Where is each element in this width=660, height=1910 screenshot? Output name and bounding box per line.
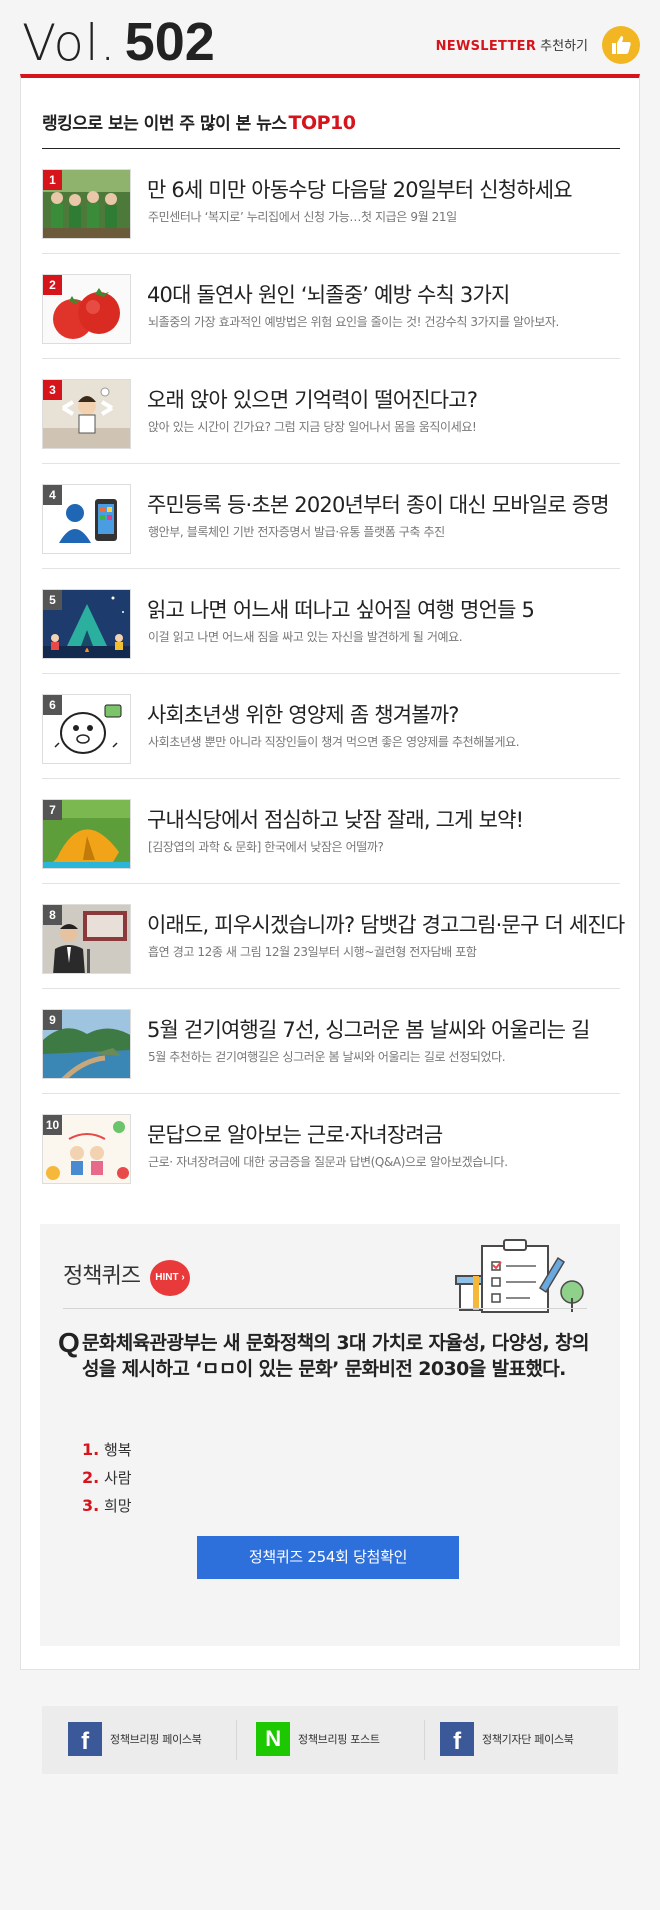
naver-icon: N — [256, 1722, 290, 1756]
clipboard-checklist-icon — [450, 1232, 590, 1320]
footer-divider — [236, 1720, 237, 1760]
rank-badge: 6 — [43, 695, 62, 715]
rank-badge: 1 — [43, 170, 62, 190]
newsletter-page: Vol. 502 NEWSLETTER 추천하기 랭킹으로 보는 이번 주 많이 본… — [0, 0, 660, 1910]
news-description: 앉아 있는 시간이 긴가요? 그럼 지금 당장 일어나서 몸을 움직이세요! — [148, 420, 477, 434]
recommend-label: 추천하기 — [540, 39, 588, 54]
news-thumbnail[interactable]: 2 — [42, 274, 131, 344]
volume-title: Vol. 502 — [22, 14, 215, 71]
footer-link-label: 정책브리핑 페이스북 — [110, 1733, 202, 1746]
option-text: 행복 — [104, 1441, 132, 1459]
option-number: 2. — [82, 1468, 100, 1487]
news-thumbnail[interactable]: 3 — [42, 379, 131, 449]
news-title[interactable]: 문답으로 알아보는 근로·자녀장려금 — [147, 1120, 443, 1150]
news-title[interactable]: 이래도, 피우시겠습니까? 담뱃갑 경고그림·문구 더 세진다 — [147, 910, 625, 940]
footer-link-reporters-facebook[interactable]: f 정책기자단 페이스북 — [440, 1720, 574, 1760]
news-description: 행안부, 블록체인 기반 전자증명서 발급·유통 플랫폼 구축 추진 — [148, 525, 445, 539]
news-title[interactable]: 오래 앉아 있으면 기억력이 떨어진다고? — [147, 385, 478, 415]
news-description: 이걸 읽고 나면 어느새 짐을 싸고 있는 자신을 발견하게 될 거예요. — [148, 630, 463, 644]
rank-badge: 8 — [43, 905, 62, 925]
footer-link-label: 정책기자단 페이스북 — [482, 1733, 574, 1746]
quiz-result-button[interactable]: 정책퀴즈 254회 당첨확인 — [197, 1536, 459, 1579]
footer-link-briefing-facebook[interactable]: f 정책브리핑 페이스북 — [68, 1720, 202, 1760]
news-description: 주민센터나 ‘복지로’ 누리집에서 신청 가능…첫 지급은 9월 21일 — [148, 210, 457, 224]
ranking-section-title: 랭킹으로 보는 이번 주 많이 본 뉴스 TOP10 — [42, 112, 356, 135]
option-number: 3. — [82, 1496, 100, 1515]
news-description: 근로· 자녀장려금에 대한 궁금증을 질문과 답변(Q&A)으로 알아보겠습니다… — [148, 1155, 508, 1169]
quiz-question: 문화체육관광부는 새 문화정책의 3대 가치로 자율성, 다양성, 창의성을 제… — [82, 1332, 589, 1380]
quiz-option[interactable]: 1. 행복 — [82, 1436, 132, 1464]
option-text: 희망 — [104, 1497, 132, 1515]
news-item[interactable]: 7 구내식당에서 점심하고 낮잠 잘래, 그게 보약! [김장엽의 과학 & 문… — [42, 779, 620, 884]
rank-badge: 2 — [43, 275, 62, 295]
news-title[interactable]: 40대 돌연사 원인 ‘뇌졸중’ 예방 수칙 3가지 — [147, 280, 510, 310]
news-ranking-list: 1 만 6세 미만 아동수당 다음달 20일부터 신청하세요 주민센터나 ‘복지… — [42, 149, 625, 1199]
news-item[interactable]: 2 40대 돌연사 원인 ‘뇌졸중’ 예방 수칙 3가지 뇌졸중의 가장 효과적… — [42, 254, 620, 359]
quiz-divider — [63, 1308, 587, 1309]
news-title[interactable]: 사회초년생 위한 영양제 좀 챙겨볼까? — [147, 700, 459, 730]
news-item[interactable]: 1 만 6세 미만 아동수당 다음달 20일부터 신청하세요 주민센터나 ‘복지… — [42, 149, 620, 254]
news-thumbnail[interactable]: 7 — [42, 799, 131, 869]
news-item[interactable]: 10 문답으로 알아보는 근로·자녀장려금 근로· 자녀장려금에 대한 궁금증을… — [42, 1094, 620, 1199]
quiz-option[interactable]: 3. 희망 — [82, 1492, 132, 1520]
footer-divider — [424, 1720, 425, 1760]
rank-badge: 7 — [43, 800, 62, 820]
news-thumbnail[interactable]: 6 — [42, 694, 131, 764]
news-title[interactable]: 5월 걷기여행길 7선, 싱그러운 봄 날씨와 어울리는 길 — [147, 1015, 590, 1045]
news-item[interactable]: 8 이래도, 피우시겠습니까? 담뱃갑 경고그림·문구 더 세진다 흡연 경고 … — [42, 884, 625, 989]
news-thumbnail[interactable]: 9 — [42, 1009, 131, 1079]
quiz-hint-button[interactable]: HINT › — [150, 1260, 190, 1296]
news-thumbnail[interactable]: 4 — [42, 484, 131, 554]
rank-badge: 3 — [43, 380, 62, 400]
option-number: 1. — [82, 1440, 100, 1459]
news-item[interactable]: 4 주민등록 등·초본 2020년부터 종이 대신 모바일로 증명 행안부, 블… — [42, 464, 620, 569]
quiz-options: 1. 행복 2. 사람 3. 희망 — [82, 1436, 132, 1520]
news-thumbnail[interactable]: 5 — [42, 589, 131, 659]
social-footer: f 정책브리핑 페이스북 N 정책브리핑 포스트 f 정책기자단 페이스북 — [42, 1706, 618, 1774]
news-description: [김장엽의 과학 & 문화] 한국에서 낮잠은 어떨까? — [148, 840, 384, 854]
rank-badge: 5 — [43, 590, 62, 610]
news-description: 흡연 경고 12종 새 그림 12월 23일부터 시행~궐련형 전자담배 포함 — [148, 945, 477, 959]
news-item[interactable]: 6 사회초년생 위한 영양제 좀 챙겨볼까? 사회초년생 뿐만 아니라 직장인들… — [42, 674, 620, 779]
hint-label: HINT — [155, 1272, 179, 1283]
news-thumbnail[interactable]: 1 — [42, 169, 131, 239]
facebook-icon: f — [68, 1722, 102, 1756]
rank-badge: 4 — [43, 485, 62, 505]
thumbs-up-icon[interactable] — [602, 26, 640, 64]
content-card: 랭킹으로 보는 이번 주 많이 본 뉴스 TOP10 1 만 6세 미만 아동수… — [20, 74, 640, 1670]
news-title[interactable]: 읽고 나면 어느새 떠나고 싶어질 여행 명언들 5 — [147, 595, 535, 625]
news-title[interactable]: 구내식당에서 점심하고 낮잠 잘래, 그게 보약! — [147, 805, 524, 835]
rank-badge: 9 — [43, 1010, 62, 1030]
facebook-icon: f — [440, 1722, 474, 1756]
quiz-option[interactable]: 2. 사람 — [82, 1464, 132, 1492]
news-description: 사회초년생 뿐만 아니라 직장인들이 챙겨 먹으면 좋은 영양제를 추천해볼게요… — [148, 735, 520, 749]
news-description: 뇌졸중의 가장 효과적인 예방법은 위험 요인을 줄이는 것! 건강수칙 3가지… — [148, 315, 559, 329]
footer-link-briefing-post[interactable]: N 정책브리핑 포스트 — [256, 1720, 380, 1760]
news-title[interactable]: 주민등록 등·초본 2020년부터 종이 대신 모바일로 증명 — [147, 490, 610, 520]
news-thumbnail[interactable]: 10 — [42, 1114, 131, 1184]
question-mark: Q — [58, 1327, 80, 1358]
volume-number: 502 — [124, 12, 215, 72]
ranking-title-text: 랭킹으로 보는 이번 주 많이 본 뉴스 — [42, 114, 287, 134]
option-text: 사람 — [104, 1469, 132, 1487]
ranking-title-highlight: TOP10 — [288, 112, 356, 134]
quiz-title: 정책퀴즈 — [63, 1264, 141, 1289]
newsletter-recommend-link[interactable]: NEWSLETTER 추천하기 — [436, 38, 588, 56]
newsletter-header: Vol. 502 NEWSLETTER 추천하기 — [20, 0, 640, 76]
policy-quiz-box: 정책퀴즈 HINT › Q 문화체육관광부는 새 문화정책의 3대 가치로 자율… — [40, 1224, 620, 1646]
rank-badge: 10 — [43, 1115, 62, 1135]
news-title[interactable]: 만 6세 미만 아동수당 다음달 20일부터 신청하세요 — [147, 175, 573, 205]
news-description: 5월 추천하는 걷기여행길은 싱그러운 봄 날씨와 어울리는 길로 선정되었다. — [148, 1050, 506, 1064]
news-item[interactable]: 9 5월 걷기여행길 7선, 싱그러운 봄 날씨와 어울리는 길 5월 추천하는… — [42, 989, 620, 1094]
newsletter-label: NEWSLETTER — [435, 39, 537, 54]
news-thumbnail[interactable]: 8 — [42, 904, 131, 974]
news-item[interactable]: 5 읽고 나면 어느새 떠나고 싶어질 여행 명언들 5 이걸 읽고 나면 어느… — [42, 569, 620, 674]
news-item[interactable]: 3 오래 앉아 있으면 기억력이 떨어진다고? 앉아 있는 시간이 긴가요? 그… — [42, 359, 620, 464]
footer-link-label: 정책브리핑 포스트 — [298, 1733, 380, 1746]
volume-prefix: Vol. — [22, 14, 117, 72]
